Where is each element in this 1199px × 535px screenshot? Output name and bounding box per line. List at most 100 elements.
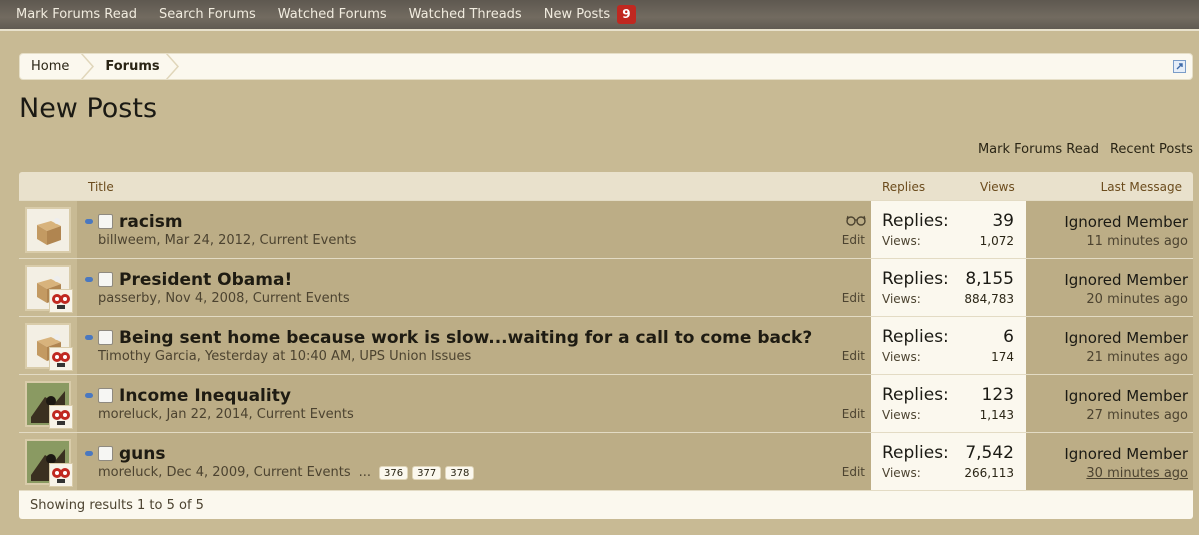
last-message-user[interactable]: Ignored Member bbox=[1064, 329, 1188, 347]
nav-label: New Posts bbox=[543, 7, 611, 22]
thread-meta-text[interactable]: billweem, Mar 24, 2012, Current Events bbox=[98, 233, 356, 248]
glasses-preview-icon[interactable] bbox=[846, 214, 866, 226]
edit-link[interactable]: Edit bbox=[842, 465, 865, 479]
page-link[interactable]: 378 bbox=[445, 465, 475, 480]
last-message-user[interactable]: Ignored Member bbox=[1064, 445, 1188, 463]
ignored-member-icon bbox=[52, 294, 70, 309]
replies-label: Replies: bbox=[882, 211, 949, 231]
breadcrumb-home-label: Home bbox=[31, 59, 70, 74]
thread-select-checkbox[interactable] bbox=[98, 388, 113, 403]
views-count: 266,113 bbox=[964, 466, 1014, 480]
page-nav: 376 377 378 bbox=[379, 465, 475, 480]
page-link[interactable]: 377 bbox=[412, 465, 442, 480]
table-row: racism billweem, Mar 24, 2012, Current E… bbox=[19, 200, 1193, 258]
ignored-member-icon bbox=[52, 410, 70, 425]
thread-meta-text[interactable]: moreluck, Jan 22, 2014, Current Events bbox=[98, 407, 354, 422]
unread-indicator-icon bbox=[85, 451, 93, 456]
thread-title-link[interactable]: racism bbox=[119, 212, 183, 232]
thread-select-checkbox[interactable] bbox=[98, 272, 113, 287]
breadcrumb-home[interactable]: Home bbox=[20, 54, 81, 79]
nav-watched-forums[interactable]: Watched Forums bbox=[267, 0, 398, 30]
thread-title-link[interactable]: Income Inequality bbox=[119, 386, 291, 406]
last-message-time[interactable]: 21 minutes ago bbox=[1086, 350, 1188, 365]
replies-count: 39 bbox=[992, 211, 1014, 231]
thread-meta-text[interactable]: Timothy Garcia, Yesterday at 10:40 AM, U… bbox=[98, 349, 471, 364]
table-row: Income Inequality moreluck, Jan 22, 2014… bbox=[19, 374, 1193, 432]
thread-select-checkbox[interactable] bbox=[98, 214, 113, 229]
unread-indicator-icon bbox=[85, 393, 93, 398]
edit-link[interactable]: Edit bbox=[842, 233, 865, 247]
thread-title-link[interactable]: guns bbox=[119, 444, 166, 464]
stats-cell: Replies: 8,155 Views: 884,783 bbox=[871, 259, 1026, 316]
last-message-user[interactable]: Ignored Member bbox=[1064, 387, 1188, 405]
breadcrumb-forums-label: Forums bbox=[105, 59, 160, 74]
thread-select-checkbox[interactable] bbox=[98, 330, 113, 345]
new-posts-count-badge: 9 bbox=[617, 5, 636, 24]
column-replies[interactable]: Replies bbox=[882, 180, 925, 194]
external-link-icon[interactable] bbox=[1173, 60, 1186, 73]
breadcrumb: Home Forums bbox=[19, 53, 1193, 80]
replies-label: Replies: bbox=[882, 327, 949, 347]
avatar-cell bbox=[19, 433, 77, 490]
thread-meta: Timothy Garcia, Yesterday at 10:40 AM, U… bbox=[98, 349, 471, 364]
nav-label: Watched Threads bbox=[408, 7, 522, 22]
last-poster-avatar[interactable] bbox=[49, 405, 73, 429]
thread-title-link[interactable]: President Obama! bbox=[119, 270, 292, 290]
views-label: Views: bbox=[882, 292, 921, 306]
last-message-user[interactable]: Ignored Member bbox=[1064, 213, 1188, 231]
avatar-cell bbox=[19, 317, 77, 374]
recent-posts-link[interactable]: Recent Posts bbox=[1110, 142, 1193, 157]
thread-select-checkbox[interactable] bbox=[98, 446, 113, 461]
stats-cell: Replies: 123 Views: 1,143 bbox=[871, 375, 1026, 432]
last-message-user[interactable]: Ignored Member bbox=[1064, 271, 1188, 289]
edit-link[interactable]: Edit bbox=[842, 407, 865, 421]
box-avatar-icon bbox=[37, 218, 61, 245]
stats-cell: Replies: 7,542 Views: 266,113 bbox=[871, 433, 1026, 490]
page-link[interactable]: 376 bbox=[379, 465, 409, 480]
last-message-cell: Ignored Member 20 minutes ago bbox=[1026, 259, 1193, 316]
last-message-time[interactable]: 30 minutes ago bbox=[1086, 466, 1188, 481]
unread-indicator-icon bbox=[85, 335, 93, 340]
mark-forums-read-link[interactable]: Mark Forums Read bbox=[978, 142, 1099, 157]
thread-meta-text[interactable]: passerby, Nov 4, 2008, Current Events bbox=[98, 291, 350, 306]
thread-meta-text[interactable]: moreluck, Dec 4, 2009, Current Events bbox=[98, 465, 351, 480]
edit-link[interactable]: Edit bbox=[842, 349, 865, 363]
last-message-time[interactable]: 20 minutes ago bbox=[1086, 292, 1188, 307]
nav-label: Watched Forums bbox=[277, 7, 387, 22]
ignored-member-icon bbox=[52, 468, 70, 483]
last-message-time[interactable]: 27 minutes ago bbox=[1086, 408, 1188, 423]
thread-info-cell: Being sent home because work is slow...w… bbox=[77, 317, 871, 374]
last-message-cell: Ignored Member 11 minutes ago bbox=[1026, 201, 1193, 258]
last-message-cell: Ignored Member 21 minutes ago bbox=[1026, 317, 1193, 374]
nav-watched-threads[interactable]: Watched Threads bbox=[398, 0, 533, 30]
last-poster-avatar[interactable] bbox=[49, 463, 73, 487]
column-views[interactable]: Views bbox=[980, 180, 1015, 194]
thread-title-link[interactable]: Being sent home because work is slow...w… bbox=[119, 328, 812, 348]
avatar[interactable] bbox=[25, 207, 71, 253]
last-poster-avatar[interactable] bbox=[49, 347, 73, 371]
thread-meta: moreluck, Dec 4, 2009, Current Events ..… bbox=[98, 465, 475, 480]
replies-label: Replies: bbox=[882, 443, 949, 463]
views-count: 884,783 bbox=[964, 292, 1014, 306]
avatar-cell bbox=[19, 201, 77, 258]
replies-label: Replies: bbox=[882, 385, 949, 405]
column-last-message[interactable]: Last Message bbox=[1101, 180, 1182, 194]
views-label: Views: bbox=[882, 408, 921, 422]
replies-count: 123 bbox=[981, 385, 1014, 405]
nav-search-forums[interactable]: Search Forums bbox=[148, 0, 267, 30]
nav-label: Search Forums bbox=[158, 7, 256, 22]
table-footer: Showing results 1 to 5 of 5 bbox=[19, 490, 1193, 519]
views-label: Views: bbox=[882, 466, 921, 480]
replies-label: Replies: bbox=[882, 269, 949, 289]
views-count: 1,143 bbox=[979, 408, 1014, 422]
last-poster-avatar[interactable] bbox=[49, 289, 73, 313]
views-label: Views: bbox=[882, 234, 921, 248]
ignored-member-icon bbox=[52, 352, 70, 367]
last-message-time[interactable]: 11 minutes ago bbox=[1086, 234, 1188, 249]
threads-table: Title Replies Views Last Message racism … bbox=[19, 172, 1193, 519]
thread-info-cell: Income Inequality moreluck, Jan 22, 2014… bbox=[77, 375, 871, 432]
column-title[interactable]: Title bbox=[88, 180, 114, 194]
nav-mark-forums-read[interactable]: Mark Forums Read bbox=[5, 0, 148, 30]
edit-link[interactable]: Edit bbox=[842, 291, 865, 305]
nav-new-posts[interactable]: New Posts 9 bbox=[533, 0, 647, 30]
